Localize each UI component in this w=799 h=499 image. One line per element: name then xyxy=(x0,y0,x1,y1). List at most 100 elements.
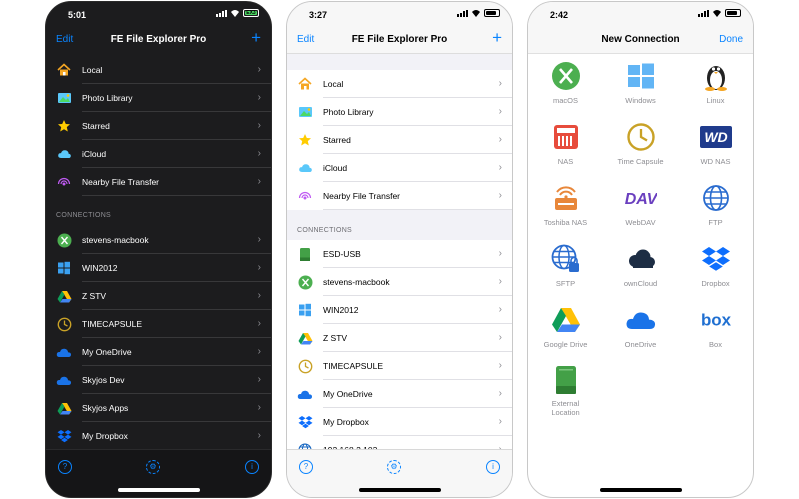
wifi-icon xyxy=(713,10,721,17)
connection-row[interactable]: stevens-macbook › xyxy=(46,226,271,254)
section-header: CONNECTIONS xyxy=(297,227,353,234)
connection-type-tile[interactable]: FTP xyxy=(678,182,753,232)
add-button[interactable]: + xyxy=(251,29,261,46)
connection-row[interactable]: WIN2012 › xyxy=(46,254,271,282)
signal-icon xyxy=(216,9,227,17)
box-icon: box xyxy=(700,304,732,336)
connection-row[interactable]: My OneDrive › xyxy=(287,380,512,408)
favorite-label: iCloud xyxy=(82,149,107,159)
info-tab[interactable]: i xyxy=(486,460,500,474)
phone-new-connection: 2:42 New Connection Done macOS Windows Lin… xyxy=(527,1,754,498)
connection-type-tile[interactable]: macOS xyxy=(528,60,603,110)
webdav-icon: DAV xyxy=(625,182,657,214)
help-tab[interactable]: ? xyxy=(299,460,313,474)
favorite-row[interactable]: Local › xyxy=(287,70,512,98)
help-tab[interactable]: ? xyxy=(58,460,72,474)
chevron-right-icon: › xyxy=(257,92,261,103)
chevron-right-icon: › xyxy=(257,374,261,385)
connection-type-tile[interactable]: WD WD NAS xyxy=(678,121,753,171)
connections-list: ESD-USB › stevens-macbook › WIN2012 › Z STV › TI… xyxy=(287,240,512,464)
connection-row[interactable]: Z STV › xyxy=(287,324,512,352)
google-drive-icon xyxy=(56,288,72,304)
favorite-row[interactable]: iCloud › xyxy=(46,140,271,168)
favorite-row[interactable]: Starred › xyxy=(46,112,271,140)
favorite-row[interactable]: Photo Library › xyxy=(287,98,512,126)
chevron-right-icon: › xyxy=(498,248,502,259)
signal-icon xyxy=(698,9,709,17)
status-time: 2:42 xyxy=(550,10,569,20)
time-capsule-icon xyxy=(56,316,72,332)
connection-type-tile[interactable]: ownCloud xyxy=(603,243,678,293)
chevron-right-icon: › xyxy=(257,148,261,159)
connection-type-tile[interactable]: Linux xyxy=(678,60,753,110)
connection-type-label: NAS xyxy=(557,157,574,166)
connection-row[interactable]: My Dropbox › xyxy=(287,408,512,436)
chevron-right-icon: › xyxy=(498,388,502,399)
nas-icon xyxy=(550,121,582,153)
add-button[interactable]: + xyxy=(492,29,502,46)
favorite-row[interactable]: Starred › xyxy=(287,126,512,154)
done-button[interactable]: Done xyxy=(719,34,743,45)
connection-label: stevens-macbook xyxy=(82,235,149,245)
connection-label: My Dropbox xyxy=(323,417,369,427)
connection-type-tile[interactable]: SFTP xyxy=(528,243,603,293)
connection-type-tile[interactable]: Toshiba NAS xyxy=(528,182,603,232)
connection-type-tile[interactable]: External Location xyxy=(528,365,603,417)
connection-type-tile[interactable]: Google Drive xyxy=(528,304,603,354)
chevron-right-icon: › xyxy=(498,106,502,117)
status-bar: 3:27 xyxy=(287,2,512,26)
connection-type-label: ownCloud xyxy=(623,279,658,288)
macos-icon xyxy=(297,274,313,290)
favorite-row[interactable]: iCloud › xyxy=(287,154,512,182)
connection-type-tile[interactable]: OneDrive xyxy=(603,304,678,354)
connection-type-label: Linux xyxy=(706,96,725,105)
settings-tab[interactable]: ⚙ xyxy=(146,460,160,474)
connection-type-tile[interactable]: Windows xyxy=(603,60,678,110)
connection-type-tile[interactable]: Time Capsule xyxy=(603,121,678,171)
connection-label: TIMECAPSULE xyxy=(82,319,142,329)
connection-type-tile[interactable]: NAS xyxy=(528,121,603,171)
connection-row[interactable]: stevens-macbook › xyxy=(287,268,512,296)
connection-row[interactable]: Skyjos Dev › xyxy=(46,366,271,394)
chevron-right-icon: › xyxy=(257,64,261,75)
connection-type-label: WD NAS xyxy=(700,157,731,166)
photo-library-icon xyxy=(297,104,313,120)
chevron-right-icon: › xyxy=(498,360,502,371)
favorite-row[interactable]: Photo Library › xyxy=(46,84,271,112)
house-icon xyxy=(297,76,313,92)
chevron-right-icon: › xyxy=(498,78,502,89)
favorite-row[interactable]: Local › xyxy=(46,56,271,84)
connection-row[interactable]: Skyjos Apps › xyxy=(46,394,271,422)
chevron-right-icon: › xyxy=(498,190,502,201)
connection-type-label: External Location xyxy=(551,399,580,417)
windows-icon xyxy=(56,260,72,276)
connection-row[interactable]: My OneDrive › xyxy=(46,338,271,366)
connection-row[interactable]: TIMECAPSULE › xyxy=(46,310,271,338)
settings-tab[interactable]: ⚙ xyxy=(387,460,401,474)
section-header: CONNECTIONS xyxy=(56,212,112,219)
connection-row[interactable]: WIN2012 › xyxy=(287,296,512,324)
connection-row[interactable]: TIMECAPSULE › xyxy=(287,352,512,380)
connection-type-tile[interactable]: Dropbox xyxy=(678,243,753,293)
status-time: 3:27 xyxy=(309,10,328,20)
connection-row[interactable]: My Dropbox › xyxy=(46,422,271,450)
chevron-right-icon: › xyxy=(498,332,502,343)
onedrive-icon xyxy=(56,372,72,388)
connection-label: stevens-macbook xyxy=(323,277,390,287)
favorite-row[interactable]: Nearby File Transfer › xyxy=(46,168,271,196)
connection-type-label: SFTP xyxy=(555,279,576,288)
connection-row[interactable]: Z STV › xyxy=(46,282,271,310)
nav-bar: Edit FE File Explorer Pro + xyxy=(46,26,271,54)
chevron-right-icon: › xyxy=(498,162,502,173)
google-drive-icon xyxy=(550,304,582,336)
favorite-row[interactable]: Nearby File Transfer › xyxy=(287,182,512,210)
connection-type-tile[interactable]: box Box xyxy=(678,304,753,354)
connection-type-grid: macOS Windows Linux NAS Time Capsule WD WD NAS… xyxy=(528,60,753,417)
info-tab[interactable]: i xyxy=(245,460,259,474)
signal-icon xyxy=(457,9,468,17)
connection-type-tile[interactable]: DAV WebDAV xyxy=(603,182,678,232)
nearby-icon xyxy=(297,188,313,204)
favorites-list: Local › Photo Library › Starred › iCloud › Nearb… xyxy=(46,56,271,196)
connection-row[interactable]: ESD-USB › xyxy=(287,240,512,268)
favorite-label: Starred xyxy=(323,135,351,145)
